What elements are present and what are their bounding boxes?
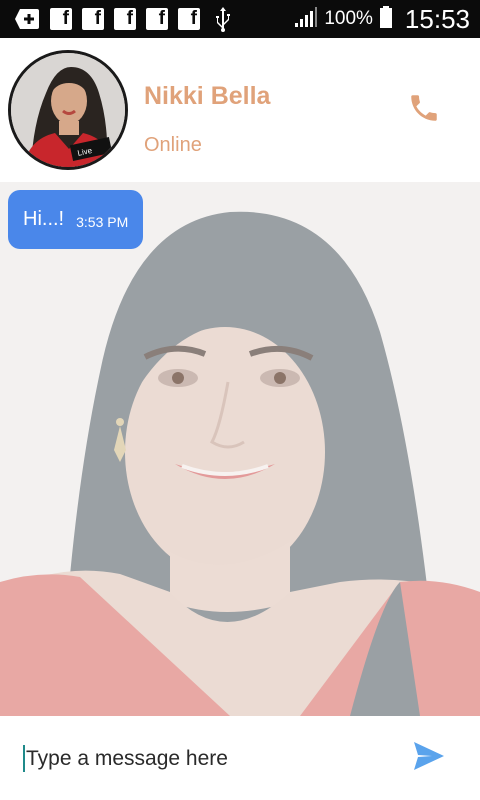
send-icon — [412, 740, 446, 777]
facebook-icon: f — [82, 8, 104, 30]
system-icons: 100% 15:53 — [294, 0, 470, 38]
avatar[interactable]: Live — [8, 50, 128, 170]
message-bubble[interactable]: Hi...! 3:53 PM — [8, 190, 144, 249]
facebook-icon: f — [114, 8, 136, 30]
chat-area[interactable]: Hi...! 3:53 PM — [0, 182, 480, 716]
status-bar: f f f f f 100% 15:53 — [0, 0, 480, 38]
clock: 15:53 — [404, 3, 470, 34]
chat-background-image — [0, 182, 480, 716]
send-button[interactable] — [410, 740, 448, 776]
usb-icon — [210, 6, 236, 32]
chat-header: Live Nikki Bella Online — [0, 38, 480, 182]
phone-icon — [407, 91, 441, 130]
contact-name[interactable]: Nikki Bella — [144, 82, 270, 111]
facebook-icon: f — [146, 8, 168, 30]
call-button[interactable] — [404, 90, 444, 130]
message-text: Hi...! — [23, 208, 65, 230]
message-time: 3:53 PM — [76, 214, 129, 230]
facebook-icon: f — [50, 8, 72, 30]
battery-icon — [379, 5, 393, 34]
message-input[interactable] — [26, 742, 386, 776]
facebook-icon: f — [178, 8, 200, 30]
message-composer — [0, 716, 480, 800]
notification-icons: f f f f f — [14, 6, 236, 32]
add-box-icon — [14, 6, 40, 32]
battery-percent: 100% — [324, 8, 373, 29]
signal-icon — [294, 5, 318, 34]
text-cursor — [23, 745, 25, 772]
contact-status: Online — [144, 134, 202, 156]
